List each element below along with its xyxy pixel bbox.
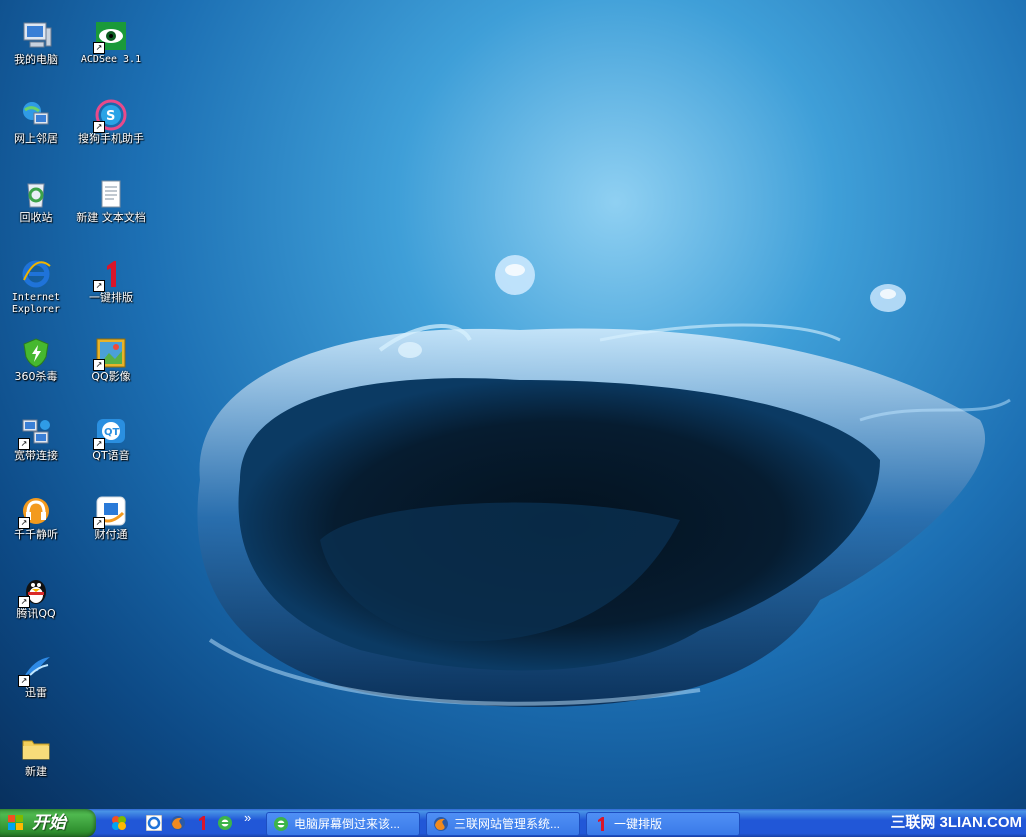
shortcut-arrow-icon: ↗ (93, 42, 105, 54)
desktop-icon-qt-voice[interactable]: QT ↗ QT语音 (75, 416, 147, 462)
desktop-icon-label: 新建 文本文档 (76, 211, 146, 224)
one-key-layout-quicklaunch-icon[interactable] (194, 815, 210, 831)
red-number-one-icon (598, 817, 604, 831)
desktop-icon-broadband[interactable]: ↗ 宽带连接 (0, 416, 72, 462)
desktop-icon-qq[interactable]: ↗ 腾讯QQ (0, 574, 72, 620)
site-watermark: 三联网 3LIAN.COM (890, 814, 1022, 831)
desktop-icon-label: 千千静听 (14, 528, 58, 541)
sogou-quicklaunch-icon[interactable] (111, 815, 127, 831)
desktop-icon-new-text-document[interactable]: 新建 文本文档 (75, 178, 147, 224)
desktop-icon-360-antivirus[interactable]: 360杀毒 (0, 337, 72, 383)
shortcut-arrow-icon: ↗ (18, 438, 30, 450)
desktop-icon-network-places[interactable]: 网上邻居 (0, 99, 72, 145)
desktop-icon-label: 迅雷 (25, 686, 47, 699)
taskbar-task-window-1[interactable]: 电脑屏幕倒过来该... (266, 812, 420, 836)
text-document-icon (95, 178, 127, 210)
taskbar-task-label: 电脑屏幕倒过来该... (294, 817, 401, 831)
shortcut-arrow-icon: ↗ (93, 517, 105, 529)
browser-quicklaunch-icon[interactable] (217, 815, 233, 831)
desktop-icon-new-folder[interactable]: 新建 (0, 732, 72, 778)
desktop-icon-label: 360杀毒 (14, 370, 58, 383)
qt-chat-icon: QT ↗ (93, 416, 127, 450)
internet-explorer-icon (20, 258, 52, 290)
shortcut-arrow-icon: ↗ (18, 517, 30, 529)
network-globe-icon (20, 99, 52, 131)
desktop-icon-qq-image[interactable]: ↗ QQ影像 (75, 337, 147, 383)
firefox-quicklaunch-icon[interactable] (170, 815, 186, 831)
desktop-icon-label: 回收站 (19, 211, 53, 224)
desktop-icon-label: 腾讯QQ (16, 607, 56, 620)
desktop-icon-label: ACDSee 3.1 (80, 54, 142, 65)
recycle-bin-icon (20, 178, 52, 210)
start-label: 开始 (32, 813, 66, 832)
start-button[interactable]: 开始 (0, 809, 96, 837)
firefox-icon (434, 817, 448, 831)
desktop-icon-label: 网上邻居 (14, 132, 58, 145)
red-number-one-icon: ↗ (93, 258, 127, 292)
svg-text:S: S (106, 109, 115, 124)
desktop-icon-xunlei[interactable]: ↗ 迅雷 (0, 653, 72, 699)
water-splash-wallpaper (197, 255, 1011, 707)
shortcut-arrow-icon: ↗ (93, 121, 105, 133)
desktop-icon-label: QT语音 (92, 449, 130, 462)
desktop-icon-tenpay[interactable]: ↗ 财付通 (75, 495, 147, 541)
desktop-icon-label: 宽带连接 (14, 449, 58, 462)
acdsee-eye-icon: ↗ (93, 20, 127, 54)
desktop-icon-acdsee[interactable]: ↗ ACDSee 3.1 (75, 20, 147, 66)
shield-icon (20, 337, 52, 369)
desktop-icon-label: 我的电脑 (14, 53, 58, 66)
shortcut-arrow-icon: ↗ (18, 675, 30, 687)
taskbar: 开始 » 电脑屏幕倒过来该... 三联网站管理系统... 一键排版 三联网 3L… (0, 809, 1026, 837)
desktop-icon-ttplayer[interactable]: ↗ 千千静听 (0, 495, 72, 541)
desktop: 我的电脑 网上邻居 回收站 Internet Explorer 360杀毒 ↗ … (0, 0, 1026, 809)
desktop-icon-label: 一键排版 (89, 291, 133, 304)
shortcut-arrow-icon: ↗ (18, 596, 30, 608)
quicklaunch-overflow-chevron[interactable]: » (244, 811, 260, 827)
desktop-icon-label: 财付通 (94, 528, 128, 541)
taskbar-task-label: 一键排版 (614, 817, 663, 831)
tenpay-icon: ↗ (93, 495, 127, 529)
headphones-icon: ↗ (18, 495, 52, 529)
browser-e-icon (274, 817, 288, 831)
ie-quicklaunch-icon[interactable] (145, 814, 163, 832)
desktop-icon-label: Internet Explorer (11, 292, 61, 315)
broadband-connection-icon: ↗ (18, 416, 52, 450)
taskbar-task-label: 三联网站管理系统... (454, 817, 561, 831)
sogou-assistant-icon: S ↗ (93, 99, 127, 133)
desktop-icon-label: 搜狗手机助手 (78, 132, 144, 145)
qq-image-icon: ↗ (93, 337, 127, 371)
taskbar-task-window-3[interactable]: 一键排版 (586, 812, 740, 836)
folder-icon (20, 732, 52, 764)
desktop-icon-recycle-bin[interactable]: 回收站 (0, 178, 72, 224)
windows-logo-icon (8, 815, 23, 830)
computer-icon (20, 20, 52, 52)
qq-penguin-icon: ↗ (18, 574, 52, 608)
desktop-icon-label: 新建 (25, 765, 47, 778)
taskbar-task-window-2[interactable]: 三联网站管理系统... (426, 812, 580, 836)
desktop-icon-sogou-phone-assistant[interactable]: S ↗ 搜狗手机助手 (75, 99, 147, 145)
shortcut-arrow-icon: ↗ (93, 359, 105, 371)
svg-text:QT: QT (104, 427, 120, 438)
shortcut-arrow-icon: ↗ (93, 280, 105, 292)
desktop-icon-label: QQ影像 (91, 370, 131, 383)
xunlei-bird-icon: ↗ (18, 653, 52, 687)
desktop-icon-my-computer[interactable]: 我的电脑 (0, 20, 72, 66)
desktop-icon-internet-explorer[interactable]: Internet Explorer (0, 258, 72, 316)
desktop-icon-one-key-layout[interactable]: ↗ 一键排版 (75, 258, 147, 304)
shortcut-arrow-icon: ↗ (93, 438, 105, 450)
